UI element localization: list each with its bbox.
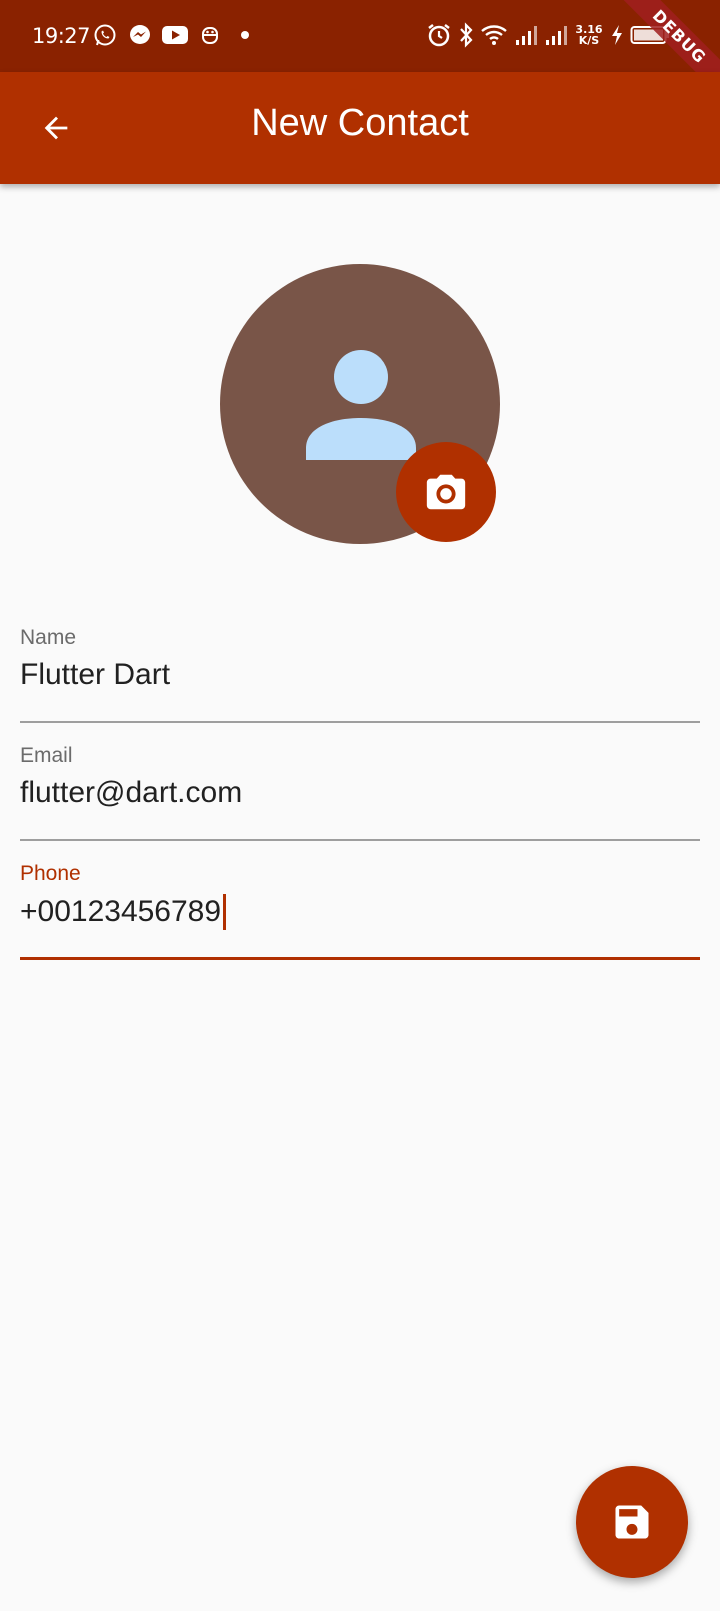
- signal-icon: [514, 22, 538, 48]
- dot-icon: [232, 22, 258, 48]
- status-bar: 19:27 3.16 K/S DEBUG: [0, 0, 720, 107]
- save-icon: [615, 1505, 649, 1539]
- camera-button[interactable]: [396, 442, 496, 542]
- signal-icon: [544, 22, 568, 48]
- robot-icon: [197, 22, 223, 48]
- save-button[interactable]: [576, 1466, 688, 1578]
- name-underline: [20, 721, 700, 723]
- whatsapp-icon: [92, 22, 118, 48]
- email-field[interactable]: Email flutter@dart.com: [20, 744, 700, 842]
- name-input[interactable]: Flutter Dart: [20, 658, 700, 692]
- email-label: Email: [20, 744, 73, 767]
- alarm-icon: [426, 22, 452, 48]
- name-field[interactable]: Name Flutter Dart: [20, 626, 700, 724]
- wifi-icon: [480, 22, 508, 48]
- phone-input[interactable]: +00123456789: [20, 895, 221, 929]
- net-speed: 3.16 K/S: [574, 24, 604, 46]
- page-title: New Contact: [251, 102, 469, 144]
- phone-underline: [20, 957, 700, 960]
- net-speed-unit: K/S: [578, 34, 600, 47]
- phone-label: Phone: [20, 862, 81, 885]
- messenger-icon: [127, 22, 153, 48]
- phone-field[interactable]: Phone +00123456789: [20, 862, 700, 962]
- email-underline: [20, 839, 700, 841]
- status-left-icons: [92, 22, 267, 48]
- email-input[interactable]: flutter@dart.com: [20, 776, 700, 810]
- bluetooth-icon: [458, 22, 474, 48]
- phone-input-row[interactable]: +00123456789: [20, 894, 700, 930]
- youtube-icon: [162, 22, 188, 48]
- camera-icon: [426, 474, 466, 510]
- charging-icon: [610, 22, 624, 48]
- status-right-icons: 3.16 K/S: [426, 22, 676, 48]
- person-icon: [306, 350, 416, 460]
- status-time: 19:27: [32, 24, 91, 48]
- text-cursor: [223, 894, 227, 930]
- name-label: Name: [20, 626, 77, 649]
- app-bar: New Contact: [0, 72, 720, 184]
